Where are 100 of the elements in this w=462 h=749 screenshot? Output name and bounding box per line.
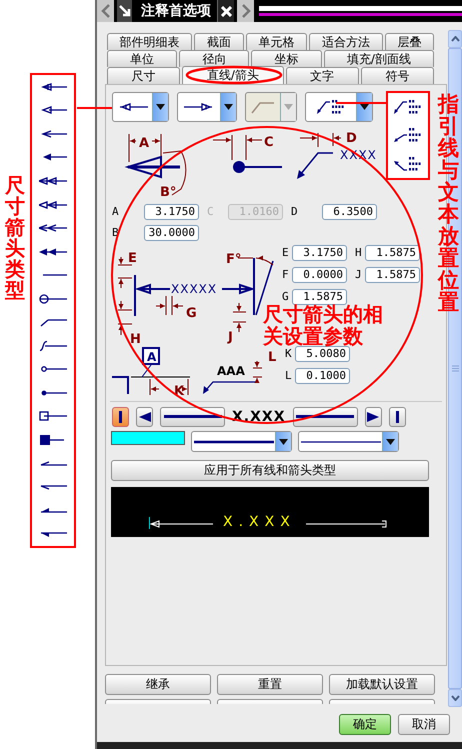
line-icon: [296, 415, 354, 418]
dimension-label: K: [174, 384, 184, 399]
dimension-text: X.XXX: [232, 408, 286, 424]
close-icon: [220, 6, 232, 16]
annotation-label: 尺寸箭头类型: [5, 175, 25, 301]
input-field[interactable]: 3.1750: [292, 245, 347, 261]
tab[interactable]: 层叠: [384, 33, 434, 50]
input-field[interactable]: 30.0000: [144, 225, 199, 241]
dropdown[interactable]: [191, 431, 292, 452]
dropdown[interactable]: [177, 92, 237, 122]
input-field[interactable]: 5.0080: [295, 346, 350, 362]
arrow-drawing: [124, 156, 180, 178]
toggle-button[interactable]: [388, 406, 406, 426]
tab[interactable]: 符号: [360, 67, 434, 84]
sample-text: XXXXX: [171, 282, 218, 296]
double-arrow-icon: [39, 246, 67, 257]
pin-button[interactable]: [117, 0, 132, 22]
dimension-label: C: [264, 135, 274, 150]
tab[interactable]: 径向: [179, 50, 250, 67]
dropdown[interactable]: [298, 431, 399, 452]
dimension-label: G: [186, 306, 197, 321]
color-swatch[interactable]: [111, 431, 185, 445]
tab[interactable]: 单位: [107, 50, 178, 67]
input-field[interactable]: 1.5875: [365, 267, 420, 283]
field-label: J: [355, 268, 362, 281]
square-icon: [39, 434, 67, 445]
annotation-label: 尺寸箭头的相关设置参数: [263, 303, 384, 347]
arrowhead-icon: [367, 412, 379, 422]
dropdown[interactable]: [305, 92, 373, 122]
toggle-button[interactable]: [136, 406, 153, 426]
field-label: A: [112, 205, 119, 218]
double-arrow-icon: [39, 223, 67, 234]
input-field[interactable]: 3.1750: [144, 204, 199, 220]
dimension-arrow-icon: [149, 517, 213, 529]
input-field[interactable]: 1.5875: [292, 289, 347, 305]
field-label: C: [207, 205, 214, 218]
curve-icon: [39, 340, 67, 351]
dimension-label: L: [268, 350, 276, 365]
close-button[interactable]: [217, 0, 234, 22]
double-arrow-icon: [39, 200, 67, 210]
tab[interactable]: 文字: [286, 67, 359, 84]
tab[interactable]: 填充/剖面线: [324, 50, 434, 67]
down-icon: [450, 695, 460, 701]
dimension-label: F°: [226, 252, 242, 267]
dimension-label: A: [139, 136, 150, 151]
sample-text: AAA: [217, 364, 245, 378]
circle-icon: [39, 294, 67, 304]
up-icon: [450, 36, 460, 42]
dimension-label: B°: [160, 185, 176, 200]
toggle-button[interactable]: [364, 406, 382, 426]
tab[interactable]: 部件明细表: [107, 33, 192, 50]
button[interactable]: 加载默认设置: [329, 674, 435, 695]
input-field[interactable]: 0.0000: [292, 267, 347, 283]
hollow-arrow-icon: [118, 102, 148, 112]
tab[interactable]: 适合方法: [309, 33, 383, 50]
dot-icon: [39, 388, 67, 398]
dimension-label: E: [128, 251, 137, 266]
field-label: L: [285, 369, 292, 382]
dimension-drawing: [128, 134, 186, 196]
input-field[interactable]: 6.3500: [322, 204, 377, 220]
preview-text: X.XXX: [223, 515, 296, 529]
scroll-down-button[interactable]: [448, 689, 462, 707]
toggle-button[interactable]: [112, 406, 129, 426]
dropdown[interactable]: [112, 92, 169, 122]
line-style-icon: [194, 440, 274, 444]
apply-button[interactable]: 应用于所有线和箭头类型: [111, 460, 429, 481]
arrow-icon: [118, 5, 130, 17]
button[interactable]: 确定: [339, 714, 391, 735]
field-label: E: [282, 246, 289, 259]
button[interactable]: 重置: [217, 674, 323, 695]
square-icon: [39, 411, 67, 422]
leader-drawing: [297, 152, 333, 179]
grip-icon: [452, 365, 458, 372]
field-label: H: [355, 246, 362, 259]
button[interactable]: 继承: [105, 674, 211, 695]
leader-text-icon: [393, 154, 423, 173]
tab[interactable]: 截面: [194, 33, 244, 50]
input-field[interactable]: 1.5875: [365, 245, 420, 261]
field-label: F: [282, 268, 289, 281]
arrowhead-icon: [138, 412, 150, 422]
dimension-label: D: [346, 131, 357, 146]
leader-text-icon: [393, 98, 423, 116]
tab[interactable]: 尺寸: [107, 67, 180, 84]
leader-text-icon: [393, 126, 423, 144]
field-label: G: [282, 290, 289, 303]
button[interactable]: 取消: [398, 714, 450, 735]
dot-icon: [39, 364, 67, 374]
scroll-up-button[interactable]: [448, 30, 462, 48]
jog-line-icon: [251, 100, 275, 114]
tab[interactable]: 坐标: [251, 50, 322, 67]
input-field[interactable]: 0.1000: [295, 368, 350, 384]
line-button[interactable]: [160, 406, 225, 426]
hollow-arrow-icon: [39, 105, 67, 116]
line-button[interactable]: [292, 406, 358, 426]
tab[interactable]: 单元格: [246, 33, 308, 50]
slash-icon: [39, 317, 67, 328]
datum-label: A: [142, 347, 160, 365]
hollow-arrow-icon: [184, 102, 214, 112]
forward-icon: [240, 4, 250, 18]
line-icon: [164, 415, 222, 418]
